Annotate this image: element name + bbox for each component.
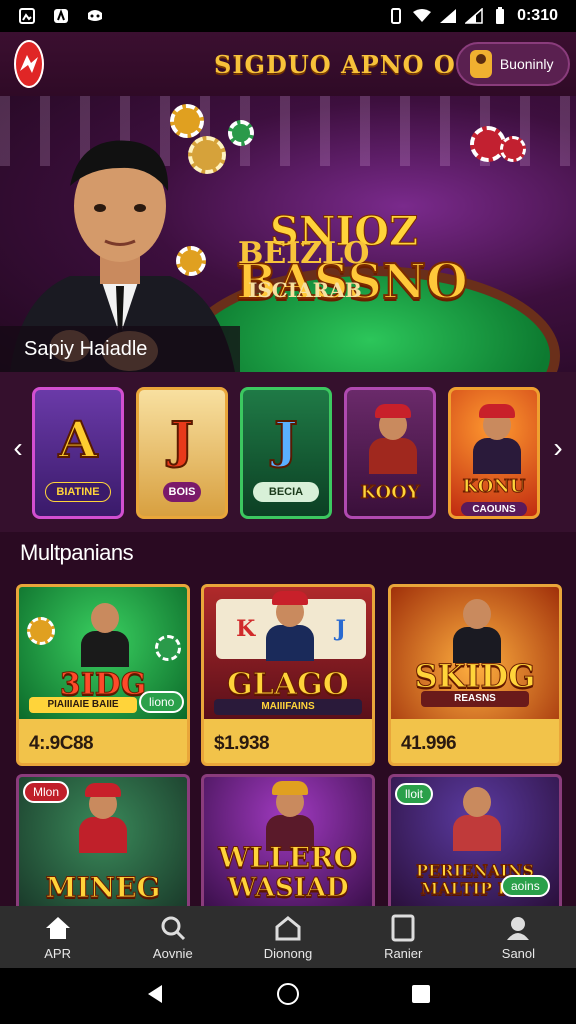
card-title: GLAGO	[227, 667, 350, 703]
player-portrait	[453, 781, 501, 851]
carousel-tile[interactable]: KOOY	[344, 387, 436, 519]
card-art: KJ GLAGO MAIIIFAINS	[204, 587, 372, 719]
tile-letter: A	[58, 409, 99, 470]
battery-icon	[491, 7, 509, 25]
card-badge: lloit	[395, 783, 434, 805]
status-right-icons: 0:310	[387, 7, 558, 25]
carousel-tile[interactable]: KONU CAOUNS	[448, 387, 540, 519]
tile-label: BOIS	[163, 482, 201, 502]
status-time: 0:310	[517, 7, 558, 24]
card-subtitle: MAIIIFAINS	[214, 699, 362, 715]
nav-label: Aovnie	[152, 945, 193, 961]
hero-subtitle: BEIZLO	[238, 236, 370, 271]
tablet-icon	[389, 914, 417, 942]
nav-item-dionong[interactable]: Dionong	[230, 906, 345, 968]
hero-caption: Sapiy Haiadle	[0, 326, 240, 372]
nav-label: Ranier	[384, 945, 423, 961]
player-portrait	[473, 404, 521, 474]
account-pill-button[interactable]: Buoninly	[455, 42, 570, 86]
card-title: MINEG	[45, 871, 161, 905]
game-card[interactable]: KJ GLAGO MAIIIFAINS $1.938	[201, 584, 375, 766]
game-card[interactable]: 3IDG PIAIIIAIE BAIIE liono 4:.9C88	[16, 584, 190, 766]
vibrate-icon	[387, 7, 405, 25]
nav-item-apr[interactable]: APR	[0, 906, 115, 968]
chip-graphic	[27, 617, 55, 645]
carousel-next-chevron-icon[interactable]: ›	[548, 432, 568, 464]
chip-graphic	[155, 635, 181, 661]
carousel-tile[interactable]: J BECIA	[240, 387, 332, 519]
card-price: $1.938	[214, 733, 270, 754]
home-circle-icon[interactable]	[275, 981, 301, 1012]
nav-label: APR	[44, 945, 71, 961]
card-badge: liono	[139, 691, 185, 713]
chip-graphic	[228, 120, 254, 146]
card-title: WLLERO	[218, 841, 359, 875]
game-card[interactable]: SKIDG REASNS 41.996	[388, 584, 562, 766]
card-title: SKIDG	[414, 657, 536, 696]
back-icon[interactable]	[144, 983, 166, 1010]
avatar-icon	[469, 50, 492, 78]
header-title: SIGDUO APNO O	[214, 49, 456, 79]
card-art: 3IDG PIAIIIAIE BAIIE liono	[19, 587, 187, 719]
chip-graphic	[170, 104, 204, 138]
card-price: 41.996	[401, 733, 457, 754]
nav-item-sanol[interactable]: Sanol	[461, 906, 576, 968]
card-subtitle: REASNS	[421, 691, 529, 707]
section-title: Multpanians	[20, 540, 134, 565]
game-card[interactable]: WLLERO WASIAD	[201, 774, 375, 908]
app-logo-button[interactable]	[14, 40, 44, 88]
player-portrait	[453, 593, 501, 663]
player-portrait	[369, 404, 417, 474]
player-portrait	[266, 591, 314, 661]
tile-letter: J	[169, 409, 195, 470]
player-portrait	[81, 597, 129, 667]
recents-icon[interactable]	[410, 983, 432, 1010]
nav-label: Dionong	[263, 945, 313, 961]
bottom-navigation: APR Aovnie Dionong Ranier Sanol	[0, 906, 576, 968]
logo-icon	[20, 55, 38, 73]
status-left-icons	[18, 7, 104, 25]
home-icon	[44, 914, 72, 942]
card-badge-2: aoins	[501, 875, 550, 897]
gallery-icon	[18, 7, 36, 25]
app-header: SIGDUO APNO O Buoninly	[0, 32, 576, 96]
app-icon	[52, 7, 70, 25]
game-carousel: ‹ A BIATINE J BOIS J BECIA KOOY KONU CAO…	[0, 372, 576, 532]
tile-label: BIATINE	[45, 482, 111, 502]
game-icon	[86, 7, 104, 25]
nav-item-ranier[interactable]: Ranier	[346, 906, 461, 968]
game-card[interactable]: lloit PERIENAINS MALTIP PIA aoins	[388, 774, 562, 908]
carousel-tile[interactable]: J BOIS	[136, 387, 228, 519]
nav-item-aovnie[interactable]: Aovnie	[115, 906, 230, 968]
card-subtitle: PIAIIIAIE BAIIE	[29, 697, 137, 713]
tile-letter: J	[273, 409, 299, 470]
signal-icon-2	[465, 7, 483, 25]
card-price: 4:.9C88	[29, 733, 94, 754]
chip-graphic	[188, 136, 226, 174]
tile-label: KONU	[462, 476, 526, 498]
house-outline-icon	[274, 914, 302, 942]
wifi-icon	[413, 7, 432, 25]
profile-icon	[504, 914, 532, 942]
nav-label: Sanol	[501, 945, 536, 961]
chip-graphic	[500, 136, 526, 162]
player-portrait	[79, 783, 127, 853]
signal-icon	[439, 7, 457, 25]
card-art: SKIDG REASNS	[391, 587, 559, 719]
game-card[interactable]: Mlon MINEG	[16, 774, 190, 908]
search-icon	[159, 914, 187, 942]
hero-banner[interactable]: SNIOZ BASSNO BEIZLO ISCIARAB Sapiy Haiad…	[0, 96, 576, 372]
tile-label-2: CAOUNS	[461, 502, 527, 516]
tile-label: KOOY	[360, 482, 420, 504]
status-bar: 0:310	[0, 0, 576, 32]
tile-label: BECIA	[253, 482, 319, 502]
carousel-prev-chevron-icon[interactable]: ‹	[8, 432, 28, 464]
carousel-tile[interactable]: A BIATINE	[32, 387, 124, 519]
account-pill-label: Buoninly	[499, 56, 554, 72]
card-badge: Mlon	[23, 781, 70, 803]
card-title-2: WASIAD	[227, 873, 349, 904]
system-navigation-bar	[0, 968, 576, 1024]
chip-graphic	[176, 246, 206, 276]
hero-subtitle-2: ISCIARAB	[248, 278, 362, 302]
